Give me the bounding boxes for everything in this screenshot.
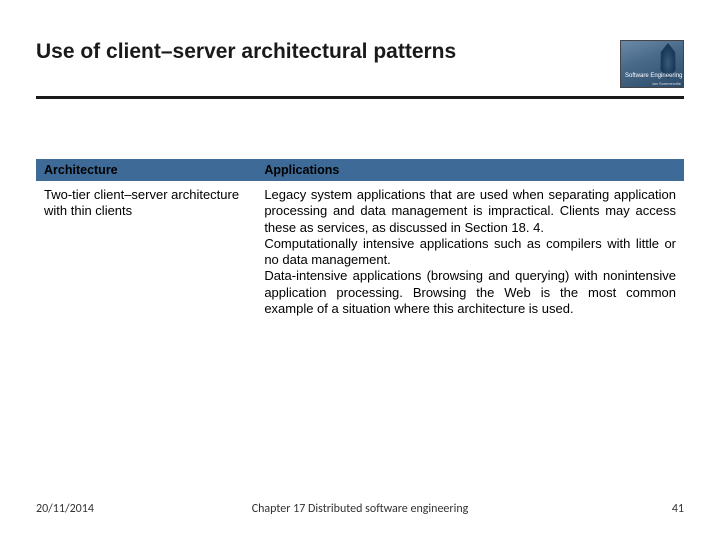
title-row: Use of client–server architectural patte…: [36, 40, 684, 88]
logo-text: Software Engineering: [625, 73, 682, 79]
slide: Use of client–server architectural patte…: [0, 0, 720, 540]
cell-architecture: Two-tier client–server architecture with…: [36, 181, 256, 323]
page-title: Use of client–server architectural patte…: [36, 40, 620, 64]
footer-chapter: Chapter 17 Distributed software engineer…: [36, 502, 684, 516]
header-applications: Applications: [256, 159, 684, 181]
book-logo: Software Engineering Ian Sommerville: [620, 40, 684, 88]
title-divider: [36, 96, 684, 99]
table-row: Two-tier client–server architecture with…: [36, 181, 684, 323]
logo-subtext: Ian Sommerville: [652, 81, 681, 86]
header-architecture: Architecture: [36, 159, 256, 181]
architecture-table: Architecture Applications Two-tier clien…: [36, 159, 684, 323]
table-header-row: Architecture Applications: [36, 159, 684, 181]
footer: 20/11/2014 Chapter 17 Distributed softwa…: [36, 502, 684, 516]
cell-applications: Legacy system applications that are used…: [256, 181, 684, 323]
